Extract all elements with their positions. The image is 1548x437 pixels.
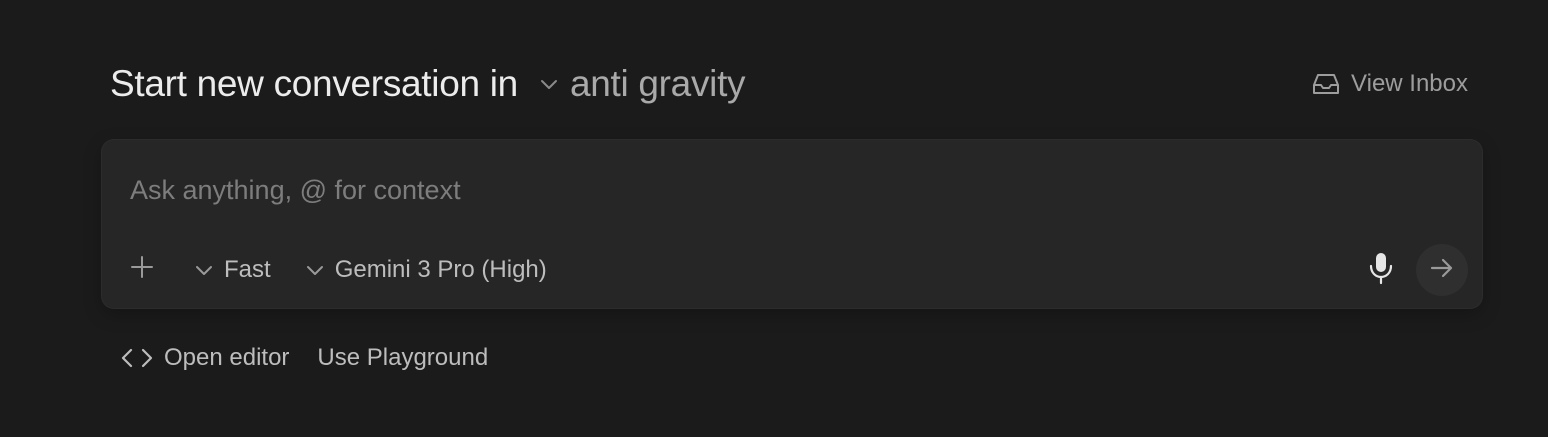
new-conversation-page: Start new conversation in anti gravity V… — [0, 0, 1548, 437]
view-inbox-button[interactable]: View Inbox — [1311, 70, 1468, 98]
microphone-icon — [1367, 251, 1395, 290]
open-editor-link[interactable]: Open editor — [120, 344, 289, 372]
chevron-down-icon — [305, 260, 325, 280]
use-playground-label: Use Playground — [317, 344, 489, 371]
composer-toolbar: Fast Gemini 3 Pro (High) — [128, 248, 547, 292]
mode-selector[interactable]: Fast — [194, 256, 271, 284]
code-brackets-icon — [120, 346, 154, 370]
model-label: Gemini 3 Pro (High) — [334, 256, 547, 283]
send-button[interactable] — [1416, 244, 1468, 296]
arrow-right-icon — [1428, 254, 1456, 287]
composer: Fast Gemini 3 Pro (High) — [102, 140, 1482, 308]
message-input[interactable] — [130, 168, 1330, 212]
model-selector[interactable]: Gemini 3 Pro (High) — [305, 256, 547, 284]
page-title: Start new conversation in — [110, 63, 518, 104]
workspace-selector[interactable]: anti gravity — [538, 63, 746, 105]
header: Start new conversation in anti gravity V… — [110, 58, 1468, 110]
chevron-down-icon — [194, 260, 214, 280]
workspace-name: anti gravity — [569, 63, 746, 104]
inbox-icon — [1311, 71, 1341, 97]
mode-label: Fast — [224, 256, 271, 283]
use-playground-link[interactable]: Use Playground — [317, 344, 488, 372]
microphone-button[interactable] — [1364, 250, 1398, 290]
chevron-down-icon — [538, 73, 560, 95]
open-editor-label: Open editor — [164, 344, 290, 371]
quick-links: Open editor Use Playground — [120, 338, 488, 378]
add-context-button[interactable] — [128, 253, 156, 288]
plus-icon — [128, 253, 156, 288]
view-inbox-label: View Inbox — [1351, 70, 1468, 97]
